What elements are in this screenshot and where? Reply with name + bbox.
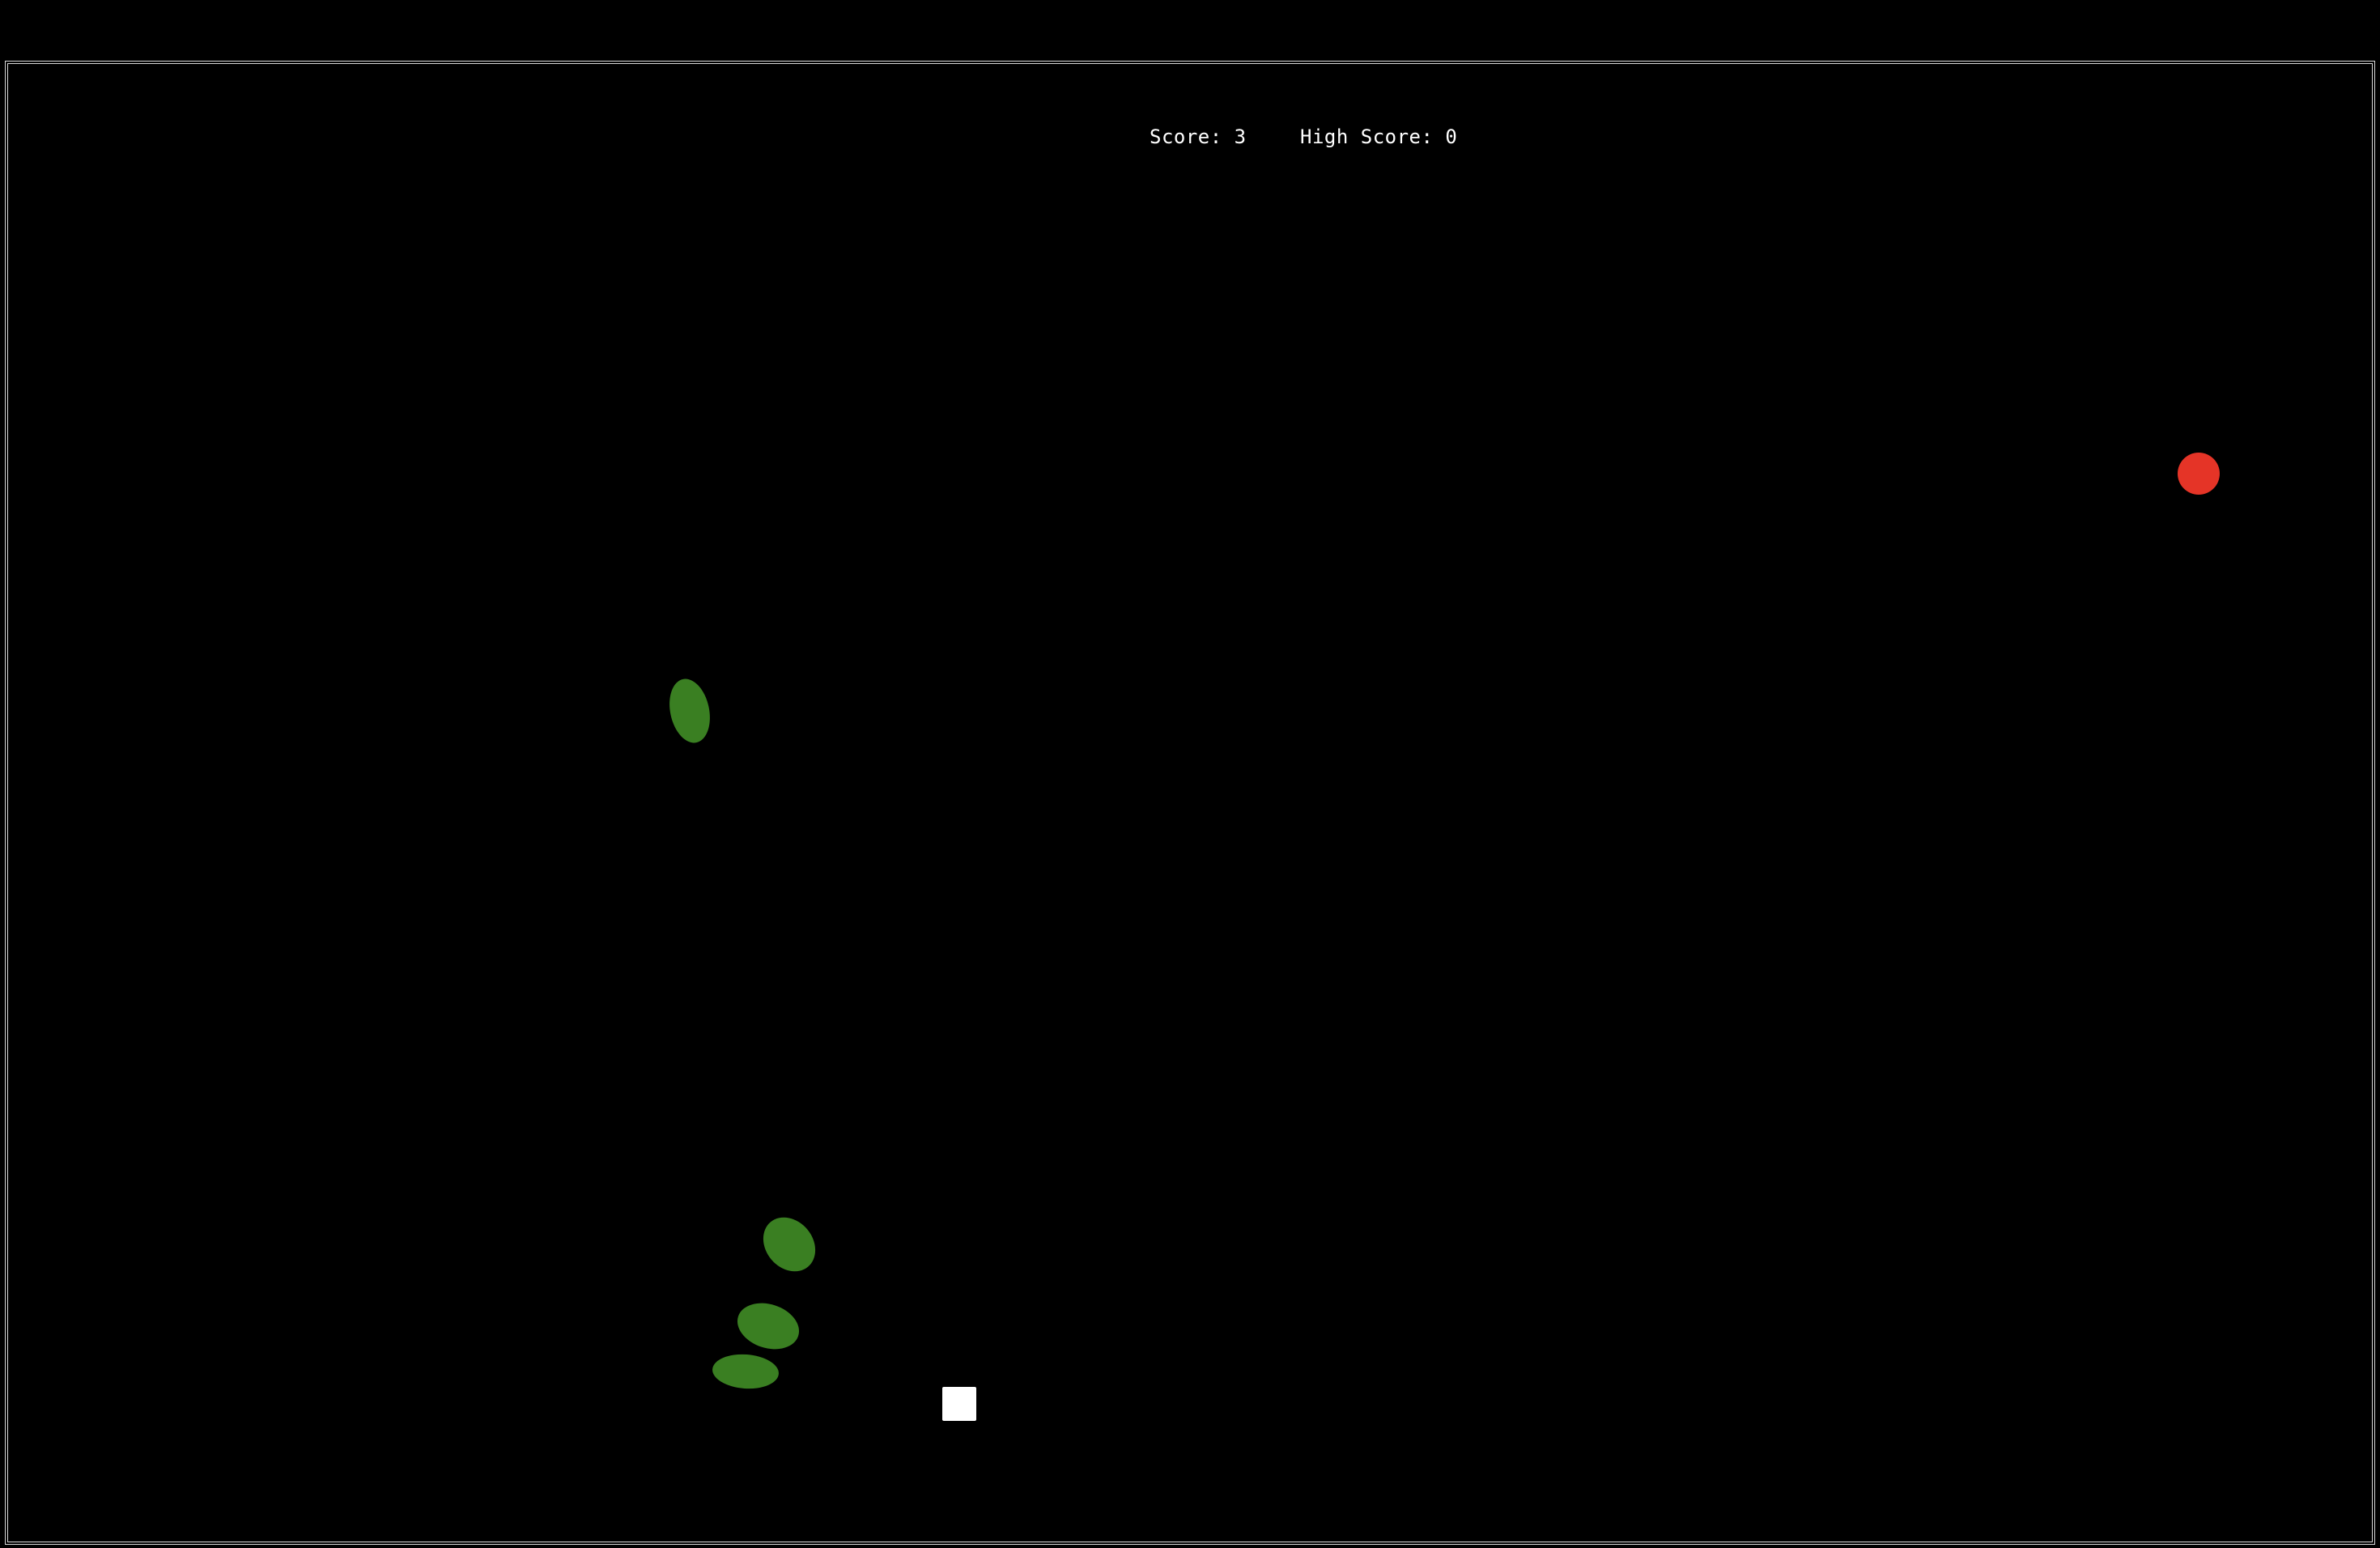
game-arena[interactable]: Score: 3 High Score: 0	[5, 61, 2375, 1545]
high-score-value: 0	[1445, 125, 1458, 148]
score-display: Score: 3	[1150, 125, 1247, 148]
apple-food-icon	[2178, 453, 2220, 495]
leaf-obstacle-icon	[664, 674, 716, 747]
leaf-obstacle-icon	[731, 1295, 805, 1357]
score-label: Score:	[1150, 125, 1222, 148]
leaf-obstacle-icon	[752, 1206, 827, 1282]
score-hud: Score: 3 High Score: 0	[8, 125, 2372, 158]
score-value: 3	[1234, 125, 1247, 148]
high-score-display: High Score: 0	[1300, 125, 1457, 148]
leaf-obstacle-icon	[711, 1352, 780, 1391]
player-square-icon	[942, 1387, 976, 1421]
high-score-label: High Score:	[1300, 125, 1434, 148]
